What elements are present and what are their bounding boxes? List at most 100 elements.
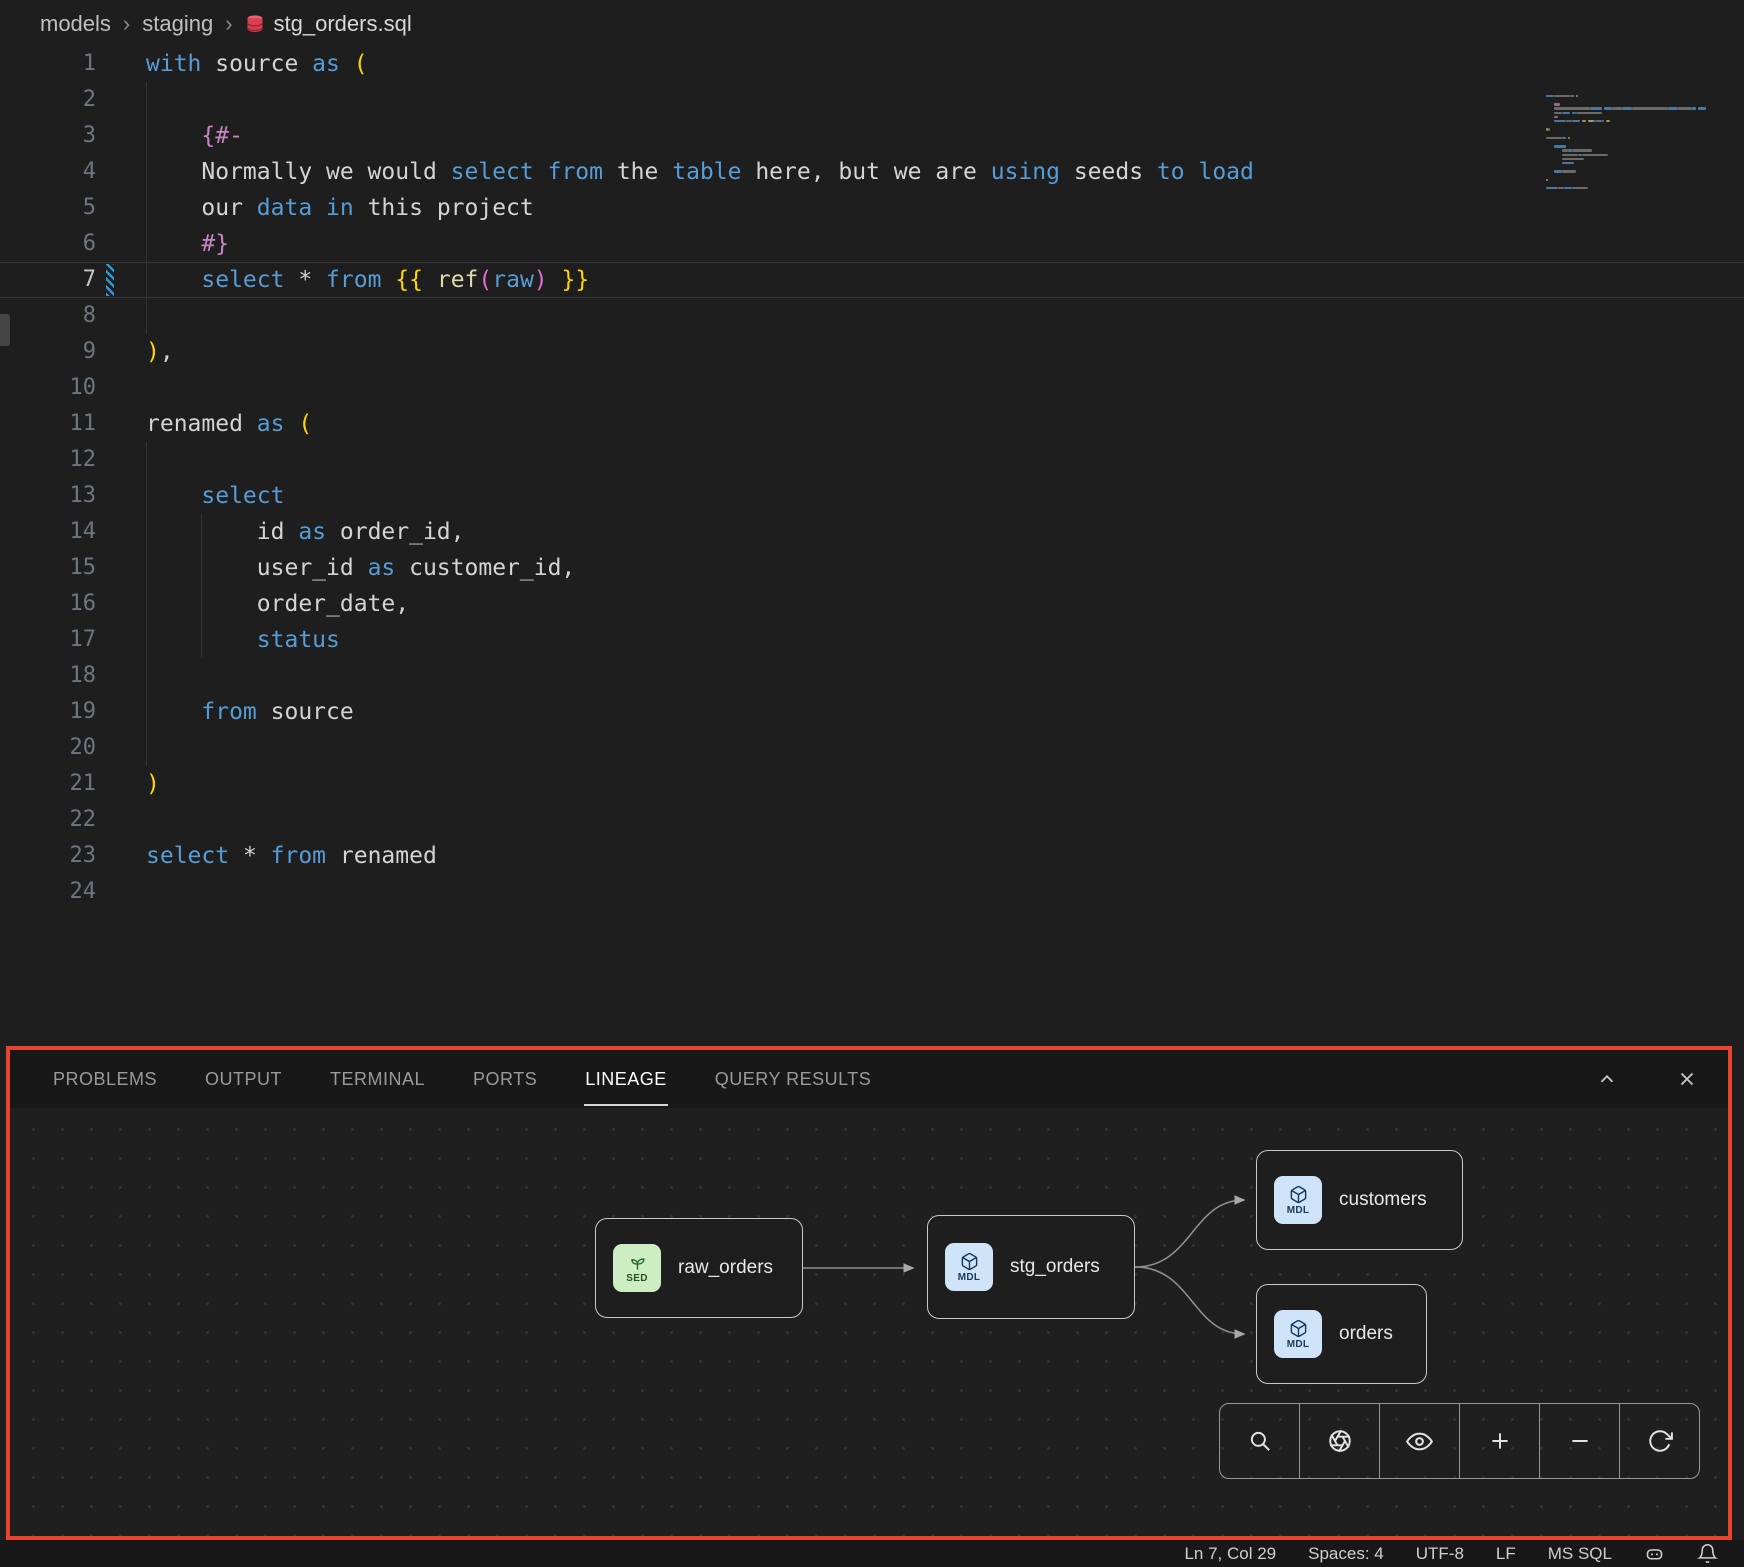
seed-badge: SED [613, 1244, 661, 1292]
code-text: user_id as customer_id, [146, 550, 575, 586]
code-lines: 1with source as (23 {#-4 Normally we wou… [0, 46, 1744, 910]
breadcrumb-filename: stg_orders.sql [274, 11, 412, 37]
lineage-refresh-button[interactable] [1619, 1404, 1699, 1478]
lineage-node-stg-orders[interactable]: MDL stg_orders [927, 1215, 1135, 1319]
badge-label: MDL [1287, 1205, 1310, 1216]
code-line-11[interactable]: 11renamed as ( [0, 406, 1744, 442]
line-number: 8 [0, 298, 96, 334]
lineage-zoom-out-button[interactable] [1539, 1404, 1619, 1478]
line-number: 13 [0, 478, 96, 514]
code-line-16[interactable]: 16 order_date, [0, 586, 1744, 622]
cube-icon [1289, 1185, 1308, 1204]
lineage-toolbar [1219, 1403, 1700, 1479]
badge-label: MDL [958, 1272, 981, 1283]
code-text: ) [146, 766, 160, 802]
editor-left-marker [0, 314, 10, 346]
status-cursor-position[interactable]: Ln 7, Col 29 [1184, 1544, 1276, 1564]
line-number: 21 [0, 766, 96, 802]
panel-tab-terminal[interactable]: TERMINAL [329, 1052, 426, 1106]
panel-tab-output[interactable]: OUTPUT [204, 1052, 283, 1106]
bottom-panel: PROBLEMS OUTPUT TERMINAL PORTS LINEAGE Q… [6, 1046, 1732, 1540]
model-badge: MDL [1274, 1310, 1322, 1358]
lineage-canvas[interactable]: SED raw_orders MDL stg_orders [10, 1108, 1728, 1536]
model-badge: MDL [945, 1243, 993, 1291]
line-number: 20 [0, 730, 96, 766]
git-modified-indicator [106, 264, 114, 296]
code-line-22[interactable]: 22 [0, 802, 1744, 838]
panel-tab-problems[interactable]: PROBLEMS [52, 1052, 158, 1106]
aperture-icon [1327, 1428, 1353, 1454]
status-indentation[interactable]: Spaces: 4 [1308, 1544, 1384, 1564]
code-line-23[interactable]: 23 select * from renamed [0, 838, 1744, 874]
node-label: orders [1339, 1323, 1393, 1345]
node-label: customers [1339, 1189, 1427, 1211]
status-eol[interactable]: LF [1496, 1544, 1516, 1564]
seedling-icon [628, 1253, 647, 1272]
breadcrumb-item-file[interactable]: stg_orders.sql [245, 11, 412, 37]
status-language-mode[interactable]: MS SQL [1548, 1544, 1612, 1564]
minimap[interactable] [1546, 94, 1724, 204]
code-line-9[interactable]: 9), [0, 334, 1744, 370]
code-text: select * from renamed [146, 838, 437, 874]
panel-tab-lineage[interactable]: LINEAGE [584, 1052, 668, 1106]
chevron-up-icon [1596, 1068, 1618, 1090]
panel-tab-ports[interactable]: PORTS [472, 1052, 538, 1106]
code-text: status [146, 622, 340, 658]
code-line-21[interactable]: 21) [0, 766, 1744, 802]
code-line-24[interactable]: 24 [0, 874, 1744, 910]
close-panel-button[interactable] [1670, 1062, 1704, 1096]
code-line-1[interactable]: 1with source as ( [0, 46, 1744, 82]
line-number: 1 [0, 46, 96, 82]
code-line-14[interactable]: 14 id as order_id, [0, 514, 1744, 550]
close-icon [1676, 1068, 1698, 1090]
copilot-button[interactable] [1644, 1543, 1665, 1564]
line-number: 7 [0, 262, 96, 298]
lineage-search-button[interactable] [1220, 1404, 1299, 1478]
code-text: {#- [146, 118, 243, 154]
lineage-visibility-button[interactable] [1379, 1404, 1459, 1478]
line-number: 23 [0, 838, 96, 874]
notifications-button[interactable] [1697, 1543, 1718, 1564]
code-line-10[interactable]: 10 [0, 370, 1744, 406]
panel-tab-query-results[interactable]: QUERY RESULTS [714, 1052, 873, 1106]
code-line-13[interactable]: 13 select [0, 478, 1744, 514]
node-label: raw_orders [678, 1257, 773, 1279]
code-editor[interactable]: 1with source as (23 {#-4 Normally we wou… [0, 46, 1744, 1006]
lineage-node-customers[interactable]: MDL customers [1256, 1150, 1463, 1250]
code-line-12[interactable]: 12 [0, 442, 1744, 478]
maximize-panel-button[interactable] [1590, 1062, 1624, 1096]
line-number: 16 [0, 586, 96, 622]
code-line-4[interactable]: 4 Normally we would select from the tabl… [0, 154, 1744, 190]
code-line-7[interactable]: 7 select * from {{ ref(raw) }} [0, 262, 1744, 298]
line-number: 10 [0, 370, 96, 406]
breadcrumb-item-models[interactable]: models [40, 11, 111, 37]
code-line-2[interactable]: 2 [0, 82, 1744, 118]
code-line-6[interactable]: 6 #} [0, 226, 1744, 262]
code-line-19[interactable]: 19 from source [0, 694, 1744, 730]
line-number: 18 [0, 658, 96, 694]
code-text: select [146, 478, 284, 514]
code-text: ), [146, 334, 174, 370]
cube-icon [1289, 1319, 1308, 1338]
indent-guide [146, 730, 147, 766]
badge-label: MDL [1287, 1339, 1310, 1350]
breadcrumb-item-staging[interactable]: staging [142, 11, 213, 37]
code-line-20[interactable]: 20 [0, 730, 1744, 766]
lineage-zoom-in-button[interactable] [1459, 1404, 1539, 1478]
code-line-8[interactable]: 8 [0, 298, 1744, 334]
code-line-17[interactable]: 17 status [0, 622, 1744, 658]
lineage-node-orders[interactable]: MDL orders [1256, 1284, 1427, 1384]
code-line-15[interactable]: 15 user_id as customer_id, [0, 550, 1744, 586]
indent-guide [146, 442, 147, 478]
line-number: 3 [0, 118, 96, 154]
code-text: order_date, [146, 586, 409, 622]
code-text: from source [146, 694, 354, 730]
code-line-5[interactable]: 5 our data in this project [0, 190, 1744, 226]
database-icon [245, 14, 265, 34]
code-line-18[interactable]: 18 [0, 658, 1744, 694]
code-line-3[interactable]: 3 {#- [0, 118, 1744, 154]
lineage-aperture-button[interactable] [1299, 1404, 1379, 1478]
chevron-right-icon: › [123, 11, 130, 37]
status-encoding[interactable]: UTF-8 [1416, 1544, 1464, 1564]
lineage-node-raw-orders[interactable]: SED raw_orders [595, 1218, 803, 1318]
